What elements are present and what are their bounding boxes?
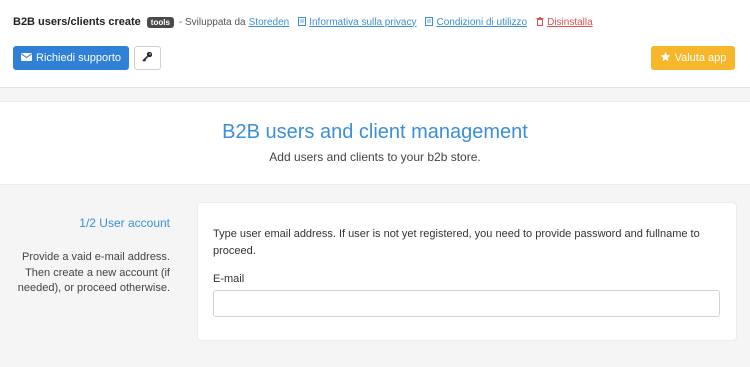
app-title: B2B users/clients create — [13, 16, 141, 28]
request-support-button[interactable]: Richiedi supporto — [13, 46, 129, 70]
star-icon — [660, 51, 671, 65]
app-header: B2B users/clients create tools - Svilupp… — [0, 0, 750, 88]
page-title: B2B users and client management — [222, 121, 528, 143]
form-instructions: Type user email address. If user is not … — [213, 228, 700, 257]
tools-badge: tools — [146, 16, 174, 28]
email-field[interactable] — [213, 290, 720, 317]
request-support-label: Richiedi supporto — [36, 52, 121, 64]
step-description: Provide a vaid e-mail address. Then crea… — [17, 251, 170, 294]
terms-link[interactable]: Condizioni di utilizzo — [436, 17, 527, 28]
title-row: B2B users/clients create tools - Svilupp… — [13, 16, 593, 28]
page-subtitle: Add users and clients to your b2b store. — [269, 150, 481, 164]
user-account-card: Type user email address. If user is not … — [198, 203, 736, 340]
rate-app-label: Valuta app — [674, 52, 727, 64]
key-button[interactable] — [134, 46, 161, 70]
privacy-link[interactable]: Informativa sulla privacy — [309, 17, 416, 28]
document-icon — [298, 16, 307, 28]
developer-link[interactable]: Storeden — [249, 17, 290, 28]
trash-icon — [536, 16, 544, 28]
document-icon — [425, 16, 434, 28]
rate-app-button[interactable]: Valuta app — [651, 46, 735, 70]
uninstall-link[interactable]: Disinstalla — [547, 17, 593, 28]
step-title: 1/2 User account — [79, 216, 170, 230]
hero-section: B2B users and client management Add user… — [0, 101, 750, 185]
key-icon — [142, 49, 153, 67]
developed-by-text: - Sviluppata da — [178, 16, 246, 28]
email-label: E-mail — [213, 273, 245, 285]
envelope-icon — [21, 52, 32, 64]
